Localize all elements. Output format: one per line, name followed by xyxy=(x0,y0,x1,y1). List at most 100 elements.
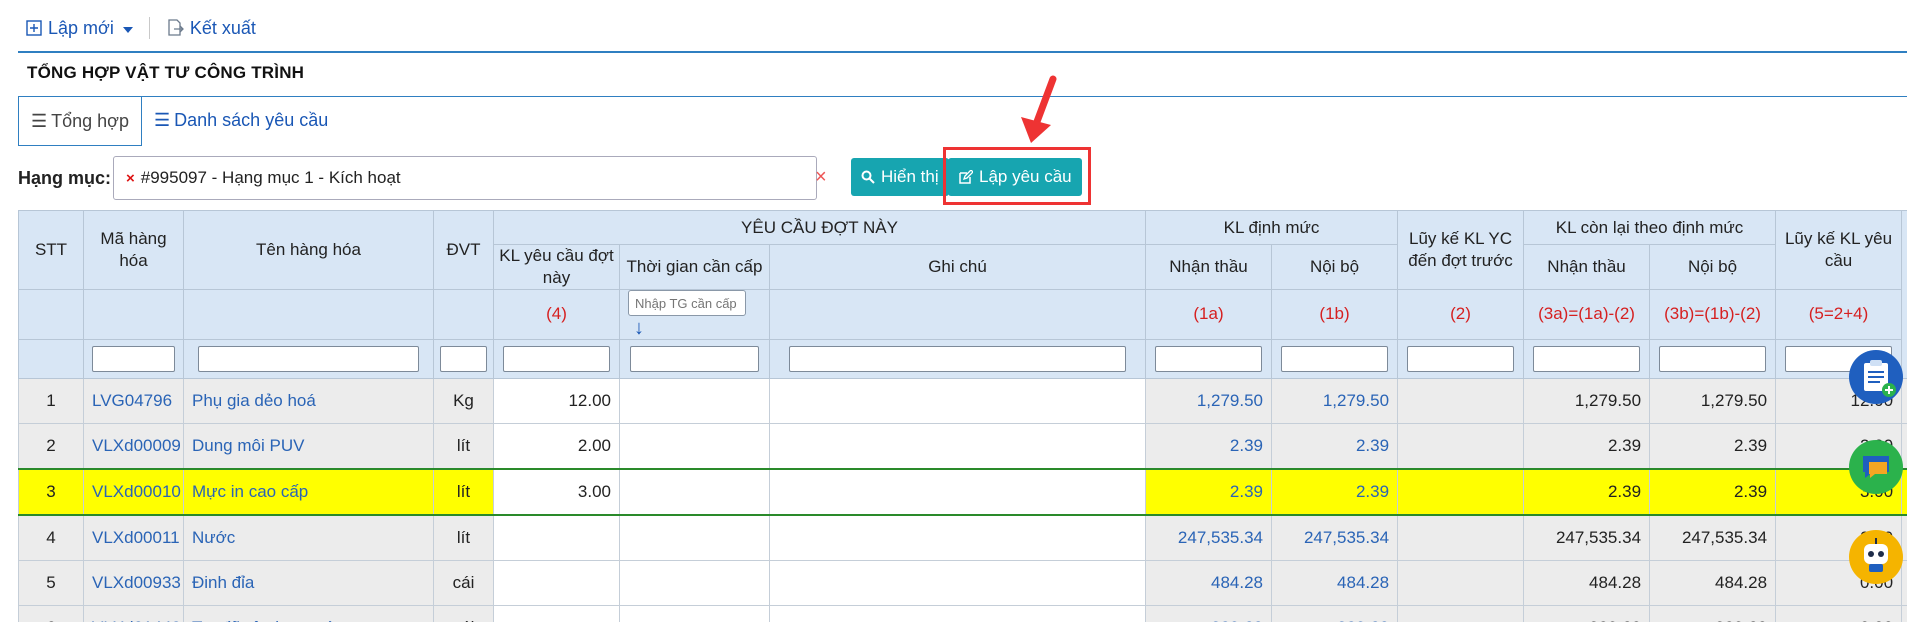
cell-code[interactable]: LVG04796 xyxy=(83,377,184,424)
cell-name[interactable]: Dung môi PUV xyxy=(183,422,434,470)
col-cumulative-request: Lũy kế KL yêu cầu xyxy=(1775,210,1903,290)
col-internal: Nội bộ xyxy=(1271,244,1399,290)
show-button[interactable]: Hiển thị xyxy=(851,158,949,196)
cell-time-needed[interactable] xyxy=(619,514,770,561)
robot-icon xyxy=(1864,538,1888,572)
code-rem-contractor: (3a)=(1a)-(2) xyxy=(1523,289,1651,340)
cell-kl-request[interactable] xyxy=(493,559,620,606)
category-select[interactable]: × #995097 - Hạng mục 1 - Kích hoạt xyxy=(113,156,817,200)
cell-time-needed[interactable] xyxy=(619,604,770,622)
search-icon xyxy=(861,170,875,184)
cell-name[interactable]: Trụ đỡ tôn lượn sóng xyxy=(183,604,434,622)
filter-note-input[interactable] xyxy=(788,345,1127,372)
cell-cumulative-prev xyxy=(1397,467,1525,516)
cell-name[interactable]: Phụ gia dẻo hoá xyxy=(183,377,434,424)
cell-contractor: 1,279.50 xyxy=(1145,377,1273,424)
cell-code[interactable]: VLXd01442 xyxy=(83,604,184,622)
cell-kl-request[interactable]: 3.00 xyxy=(493,467,620,516)
cell-name[interactable]: Đinh đỉa xyxy=(183,559,434,606)
time-needed-input[interactable] xyxy=(628,290,746,316)
col-contractor: Nhận thầu xyxy=(1145,244,1273,290)
cell-cumulative-prev xyxy=(1397,377,1525,424)
plus-square-icon xyxy=(26,20,42,36)
show-label: Hiển thị xyxy=(881,167,939,186)
col-stt: STT xyxy=(18,210,84,290)
filter-code-input[interactable] xyxy=(91,345,176,372)
tab-bar: ☰ Tổng hợp ☰ Danh sách yêu cầu xyxy=(18,97,340,146)
cell-kl-request[interactable]: 2.00 xyxy=(493,422,620,470)
chevron-down-icon xyxy=(122,27,133,33)
cell-note[interactable] xyxy=(768,422,1147,470)
cell-rem-contractor: 247,535.34 xyxy=(1523,514,1651,561)
filter-rem-internal-input[interactable] xyxy=(1658,345,1767,372)
cell-code[interactable]: VLXd00933 xyxy=(83,559,184,606)
table-row[interactable]: 4 VLXd00011 Nước lít 247,535.34 247,535.… xyxy=(18,514,1907,561)
filter-cumulative-prev-input[interactable] xyxy=(1406,345,1515,372)
cell-internal: 2.39 xyxy=(1271,422,1399,470)
filter-unit-input[interactable] xyxy=(440,345,487,372)
cell-kl-request[interactable] xyxy=(493,604,620,622)
export-button[interactable]: Kết xuất xyxy=(166,18,256,39)
cell-unit: cái xyxy=(433,559,494,606)
filter-time-input[interactable] xyxy=(629,345,760,372)
clipboard-float-button[interactable] xyxy=(1849,350,1903,404)
cell-rem-internal: 2.39 xyxy=(1649,467,1777,516)
filter-internal-input[interactable] xyxy=(1280,345,1389,372)
col-rem-internal: Nội bộ xyxy=(1649,244,1777,290)
new-button[interactable]: Lập mới xyxy=(26,18,133,39)
cell-note[interactable] xyxy=(768,467,1147,516)
materials-table-container[interactable]: STT Mã hàng hóa Tên hàng hóa ĐVT YÊU CẦU… xyxy=(18,210,1907,622)
filter-name-input[interactable] xyxy=(197,345,420,372)
filter-cell xyxy=(1397,338,1525,379)
remove-chip-icon[interactable]: × xyxy=(126,170,135,187)
tab-request-list[interactable]: ☰ Danh sách yêu cầu xyxy=(142,97,340,144)
assistant-float-button[interactable] xyxy=(1849,530,1903,584)
cell-time-needed[interactable] xyxy=(619,467,770,516)
group-norm-quantity: KL định mức xyxy=(1145,210,1399,245)
toolbar-divider xyxy=(148,17,150,39)
clear-selection-icon[interactable]: × xyxy=(815,166,827,189)
cell-kl-request[interactable] xyxy=(493,514,620,561)
cell-code[interactable]: VLXd00009 xyxy=(83,422,184,470)
filter-rem-contractor-input[interactable] xyxy=(1532,345,1641,372)
tab-summary[interactable]: ☰ Tổng hợp xyxy=(18,97,142,146)
filter-kl-input[interactable] xyxy=(502,345,611,372)
cell-time-needed[interactable] xyxy=(619,559,770,606)
table-row-selected[interactable]: 3 VLXd00010 Mực in cao cấp lít 3.00 2.39… xyxy=(18,467,1907,516)
code-contractor: (1a) xyxy=(1145,289,1273,340)
export-label: Kết xuất xyxy=(189,17,256,38)
filter-cell xyxy=(619,338,770,379)
cell-note[interactable] xyxy=(768,377,1147,424)
table-row[interactable]: 1 LVG04796 Phụ gia dẻo hoá Kg 12.00 1,27… xyxy=(18,377,1907,424)
cell-code[interactable]: VLXd00010 xyxy=(83,467,184,516)
cell-code[interactable]: VLXd00011 xyxy=(83,514,184,561)
code-kl-request: (4) xyxy=(493,289,620,340)
cell-rem-internal: 1,279.50 xyxy=(1649,377,1777,424)
chat-float-button[interactable] xyxy=(1849,440,1903,494)
filter-cell xyxy=(493,338,620,379)
cell-time-needed[interactable] xyxy=(619,422,770,470)
fill-down-icon[interactable]: ↓ xyxy=(634,317,644,339)
category-label: Hạng mục: xyxy=(18,168,112,188)
filter-contractor-input[interactable] xyxy=(1154,345,1263,372)
cell-name[interactable]: Nước xyxy=(183,514,434,561)
cell-name[interactable]: Mực in cao cấp xyxy=(183,467,434,516)
cell-cumulative-prev xyxy=(1397,422,1525,470)
table-row[interactable]: 2 VLXd00009 Dung môi PUV lít 2.00 2.39 2… xyxy=(18,422,1907,470)
table-row[interactable]: 5 VLXd00933 Đinh đỉa cái 484.28 484.28 4… xyxy=(18,559,1907,606)
col-note: Ghi chú xyxy=(768,244,1147,290)
cell-note[interactable] xyxy=(768,559,1147,606)
cell-note[interactable] xyxy=(768,514,1147,561)
cell-stt: 2 xyxy=(18,422,84,470)
cell-unit: cái xyxy=(433,604,494,622)
cell-time-needed[interactable] xyxy=(619,377,770,424)
cell-rem-contractor: 229.60 xyxy=(1523,604,1651,622)
table-row[interactable]: 6 VLXd01442 Trụ đỡ tôn lượn sóng cái 229… xyxy=(18,604,1907,622)
group-remaining: KL còn lại theo định mức xyxy=(1523,210,1777,245)
cell-note[interactable] xyxy=(768,604,1147,622)
cell-rem-internal: 2.39 xyxy=(1649,422,1777,470)
cell-contractor: 2.39 xyxy=(1145,422,1273,470)
cell-kl-request[interactable]: 12.00 xyxy=(493,377,620,424)
cell-stt: 1 xyxy=(18,377,84,424)
cell-internal: 484.28 xyxy=(1271,559,1399,606)
